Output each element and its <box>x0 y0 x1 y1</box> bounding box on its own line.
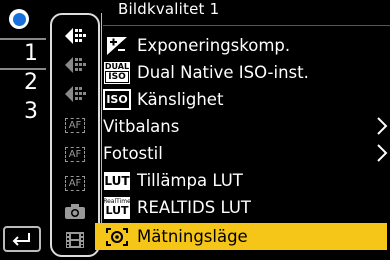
af-tab-1[interactable]: AF <box>52 112 98 138</box>
return-arrow-icon <box>12 233 30 246</box>
image-quality-icon-dim <box>65 57 86 73</box>
af-icon: AF <box>64 175 86 191</box>
menu-tab-column: AF AF AF <box>50 13 100 257</box>
metering-mode-icon <box>103 226 131 248</box>
lut-icon: LUT <box>103 170 131 192</box>
image-quality-tab-2[interactable] <box>52 52 98 78</box>
mode-indicator-icon <box>9 9 29 29</box>
camera-menu-screen: 1 2 3 AF AF AF Bildkvalitet 1 Exponering… <box>0 0 390 260</box>
af-icon: AF <box>64 146 86 162</box>
photo-camera-tab[interactable] <box>52 198 98 224</box>
af-tab-3[interactable]: AF <box>52 170 98 196</box>
page-2[interactable]: 2 <box>0 70 46 96</box>
menu-item-label: Känslighet <box>137 89 224 109</box>
lut-icon-text: LUT <box>104 171 130 190</box>
dual-iso-icon-bottom-text: ISO <box>105 71 129 83</box>
dual-iso-icon: DUAL ISO <box>103 61 131 84</box>
camera-icon <box>65 204 85 219</box>
af-tab-2[interactable]: AF <box>52 141 98 167</box>
iso-icon: ISO <box>103 89 131 111</box>
menu-item-metering-mode[interactable]: Mätningsläge <box>95 223 387 250</box>
menu-item-white-balance[interactable]: Vitbalans <box>103 113 390 140</box>
menu-item-realtime-lut[interactable]: RealTime LUT REALTIDS LUT <box>103 194 390 221</box>
page-title: Bildkvalitet 1 <box>118 0 220 18</box>
realtime-lut-icon: RealTime LUT <box>103 196 131 219</box>
menu-item-label: Fotostil <box>103 143 163 163</box>
page-1[interactable]: 1 <box>0 41 46 67</box>
title-divider <box>103 25 390 26</box>
exposure-compensation-icon <box>103 35 131 57</box>
menu-item-apply-lut[interactable]: LUT Tillämpa LUT <box>103 167 390 194</box>
image-quality-icon-dim <box>65 86 86 102</box>
menu-item-exposure-comp[interactable]: Exponeringskomp. <box>103 32 390 59</box>
film-strip-icon <box>66 232 84 248</box>
menu-item-label: Tillämpa LUT <box>137 170 243 190</box>
dual-iso-icon-top-text: DUAL <box>104 62 130 71</box>
chevron-right-icon <box>377 144 388 162</box>
column-divider <box>101 13 102 241</box>
realtime-lut-icon-bottom-text: LUT <box>105 204 129 217</box>
image-quality-tab[interactable] <box>52 23 98 49</box>
video-tab[interactable] <box>52 227 98 253</box>
back-button[interactable] <box>3 226 41 252</box>
menu-item-sensitivity[interactable]: ISO Känslighet <box>103 86 390 113</box>
image-quality-icon <box>65 28 86 44</box>
iso-icon-text: ISO <box>103 89 131 110</box>
page-3[interactable]: 3 <box>0 99 46 125</box>
menu-item-label: Mätningsläge <box>137 226 248 246</box>
menu-item-label: REALTIDS LUT <box>137 197 251 217</box>
menu-item-photo-style[interactable]: Fotostil <box>103 140 390 167</box>
menu-item-label: Dual Native ISO-inst. <box>137 62 309 82</box>
menu-item-dual-native-iso[interactable]: DUAL ISO Dual Native ISO-inst. <box>103 59 390 86</box>
page-nav: 1 2 3 <box>0 0 48 260</box>
chevron-right-icon <box>377 117 388 135</box>
menu-item-label: Vitbalans <box>103 116 180 136</box>
af-icon: AF <box>64 117 86 133</box>
image-quality-tab-3[interactable] <box>52 81 98 107</box>
menu-item-label: Exponeringskomp. <box>137 35 291 55</box>
